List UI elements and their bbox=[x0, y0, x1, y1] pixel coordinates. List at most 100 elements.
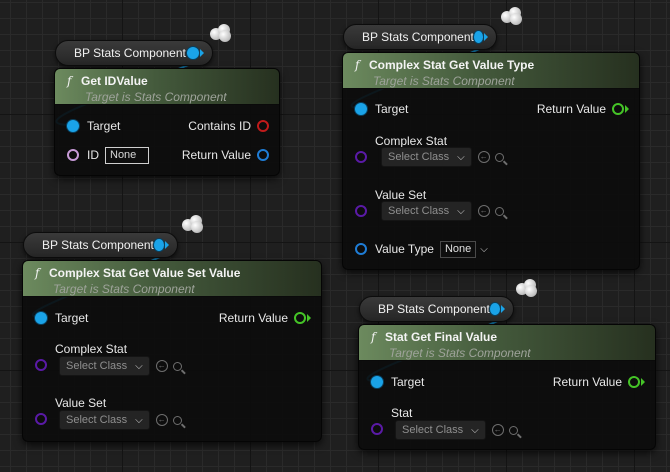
function-icon: f bbox=[67, 73, 72, 88]
chevron-down-icon: ⌵ bbox=[135, 414, 143, 426]
class-picker: Select Class ⌵ ← bbox=[59, 355, 182, 377]
select-class-dropdown[interactable]: Select Class ⌵ bbox=[59, 356, 150, 376]
component-cloud-icon bbox=[501, 7, 523, 25]
use-selected-icon[interactable]: ← bbox=[155, 414, 168, 426]
target-pin[interactable] bbox=[355, 103, 367, 115]
search-icon[interactable] bbox=[172, 361, 182, 371]
pin-arrow-icon bbox=[625, 105, 629, 113]
select-class-dropdown[interactable]: Select Class ⌵ bbox=[395, 420, 486, 440]
output-pin[interactable] bbox=[473, 31, 483, 43]
node-subtitle: Target is Stats Component bbox=[373, 74, 515, 88]
use-selected-icon[interactable]: ← bbox=[155, 360, 168, 372]
var-node-label: BP Stats Component bbox=[42, 238, 154, 252]
pin-label: Return Value bbox=[218, 311, 288, 325]
component-cloud-icon bbox=[516, 279, 538, 297]
pin-label: Target bbox=[55, 311, 89, 325]
node-title: Complex Stat Get Value Type bbox=[369, 57, 535, 72]
pin-arrow-icon bbox=[641, 378, 645, 386]
node-get-idvalue[interactable]: f Get IDValue Target is Stats Component … bbox=[54, 68, 280, 176]
node-stat-get-final-value[interactable]: f Stat Get Final Value Target is Stats C… bbox=[358, 324, 656, 450]
value-set-pin[interactable] bbox=[35, 413, 47, 425]
return-value-pin[interactable] bbox=[294, 312, 306, 324]
complex-stat-pin[interactable] bbox=[35, 359, 47, 371]
target-pin[interactable] bbox=[67, 120, 79, 132]
node-subtitle: Target is Stats Component bbox=[389, 346, 531, 360]
output-pin[interactable] bbox=[187, 47, 199, 59]
pin-label: Value Set bbox=[55, 396, 107, 410]
node-header[interactable]: f Complex Stat Get Value Type Target is … bbox=[343, 53, 639, 89]
pin-label: Return Value bbox=[536, 102, 606, 116]
pin-row-target: Target Return Value bbox=[343, 99, 639, 119]
pin-label: Contains ID bbox=[188, 119, 251, 133]
node-title: Get IDValue bbox=[81, 73, 148, 88]
search-icon[interactable] bbox=[494, 152, 504, 162]
function-icon: f bbox=[355, 57, 360, 72]
pin-arrow-icon bbox=[307, 314, 311, 322]
bp-stats-component-node-1[interactable]: BP Stats Component bbox=[55, 40, 213, 66]
var-node-label: BP Stats Component bbox=[378, 302, 490, 316]
node-title: Complex Stat Get Value Set Value bbox=[49, 265, 241, 280]
bp-stats-component-node-2[interactable]: BP Stats Component bbox=[343, 24, 497, 50]
node-subtitle: Target is Stats Component bbox=[85, 90, 227, 104]
node-complex-stat-get-value-type[interactable]: f Complex Stat Get Value Type Target is … bbox=[342, 52, 640, 270]
node-header[interactable]: f Complex Stat Get Value Set Value Targe… bbox=[23, 261, 321, 297]
bp-stats-component-node-3[interactable]: BP Stats Component bbox=[23, 232, 178, 258]
node-header[interactable]: f Stat Get Final Value Target is Stats C… bbox=[359, 325, 655, 361]
value-type-pin[interactable] bbox=[355, 243, 367, 255]
contains-id-pin[interactable] bbox=[257, 120, 269, 132]
search-icon[interactable] bbox=[508, 425, 518, 435]
pin-row-target: Target Return Value bbox=[23, 308, 321, 328]
pin-arrow-icon bbox=[165, 241, 169, 249]
value-set-pin[interactable] bbox=[355, 205, 367, 217]
pin-label: Target bbox=[375, 102, 409, 116]
pin-row-id: ID None Return Value bbox=[55, 146, 279, 167]
pin-row-value-type: Value Type None ⌵ bbox=[343, 240, 639, 261]
value-type-enum[interactable]: None bbox=[439, 240, 477, 258]
pin-row-target: Target Return Value bbox=[359, 372, 655, 392]
search-icon[interactable] bbox=[172, 415, 182, 425]
select-class-dropdown[interactable]: Select Class ⌵ bbox=[381, 201, 472, 221]
search-icon[interactable] bbox=[494, 206, 504, 216]
chevron-down-icon: ⌵ bbox=[457, 151, 465, 163]
id-pin[interactable] bbox=[67, 149, 79, 161]
node-header[interactable]: f Get IDValue Target is Stats Component bbox=[55, 69, 279, 105]
use-selected-icon[interactable]: ← bbox=[491, 424, 504, 436]
class-picker: Select Class ⌵ ← bbox=[395, 419, 518, 441]
use-selected-icon[interactable]: ← bbox=[477, 205, 490, 217]
target-pin[interactable] bbox=[35, 312, 47, 324]
pin-label: Target bbox=[391, 375, 425, 389]
pin-arrow-icon bbox=[484, 33, 488, 41]
id-input[interactable]: None bbox=[105, 146, 149, 164]
node-title: Stat Get Final Value bbox=[385, 329, 498, 344]
node-complex-stat-get-value-set-value[interactable]: f Complex Stat Get Value Set Value Targe… bbox=[22, 260, 322, 442]
pin-label: Value Type bbox=[375, 242, 434, 256]
pin-label: Return Value bbox=[181, 148, 251, 162]
pin-label: Complex Stat bbox=[55, 342, 128, 356]
component-cloud-icon bbox=[210, 24, 232, 42]
chevron-down-icon: ⌵ bbox=[471, 424, 479, 436]
return-value-pin[interactable] bbox=[628, 376, 640, 388]
output-pin[interactable] bbox=[153, 239, 164, 251]
complex-stat-pin[interactable] bbox=[355, 151, 367, 163]
bp-stats-component-node-4[interactable]: BP Stats Component bbox=[359, 296, 514, 322]
pin-label: ID bbox=[87, 148, 99, 162]
return-value-pin[interactable] bbox=[257, 149, 269, 161]
node-subtitle: Target is Stats Component bbox=[53, 282, 195, 296]
chevron-down-icon: ⌵ bbox=[135, 360, 143, 372]
pin-label: Return Value bbox=[552, 375, 622, 389]
function-icon: f bbox=[35, 265, 40, 280]
select-class-dropdown[interactable]: Select Class ⌵ bbox=[59, 410, 150, 430]
chevron-down-icon[interactable]: ⌵ bbox=[480, 244, 488, 255]
select-class-dropdown[interactable]: Select Class ⌵ bbox=[381, 147, 472, 167]
pin-row-target: Target Contains ID bbox=[55, 116, 279, 136]
chevron-down-icon: ⌵ bbox=[457, 205, 465, 217]
function-icon: f bbox=[371, 329, 376, 344]
output-pin[interactable] bbox=[489, 303, 500, 315]
return-value-pin[interactable] bbox=[612, 103, 624, 115]
pin-label: Stat bbox=[391, 406, 413, 420]
pin-arrow-icon bbox=[501, 305, 505, 313]
target-pin[interactable] bbox=[371, 376, 383, 388]
stat-pin[interactable] bbox=[371, 423, 383, 435]
use-selected-icon[interactable]: ← bbox=[477, 151, 490, 163]
var-node-label: BP Stats Component bbox=[362, 30, 474, 44]
